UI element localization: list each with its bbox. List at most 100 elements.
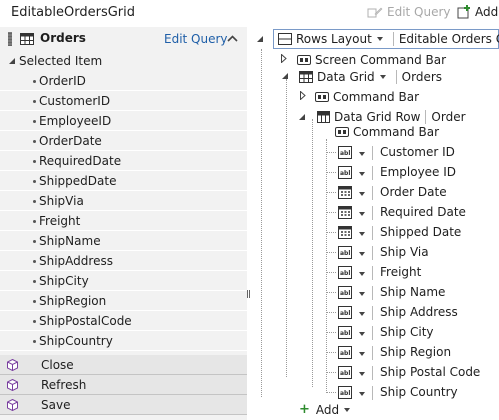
control-type-dropdown-icon[interactable] [359, 192, 365, 196]
collapse-triangle-icon[interactable] [9, 58, 16, 65]
control-type-dropdown-icon[interactable] [359, 372, 365, 376]
entity-field-item[interactable]: ShipPostalCode [0, 311, 247, 331]
screen-method-save[interactable]: Save [0, 395, 247, 415]
control-type-dropdown-icon[interactable] [359, 352, 365, 356]
entity-field-item[interactable]: OrderDate [0, 131, 247, 151]
field-node[interactable]: abl Ship Country [253, 383, 499, 403]
entity-field-item[interactable]: RequiredDate [0, 151, 247, 171]
entity-field-label: OrderID [39, 74, 86, 88]
control-type-dropdown-icon[interactable] [359, 332, 365, 336]
field-label: Shipped Date [380, 225, 462, 239]
field-node[interactable]: Shipped Date [253, 223, 499, 243]
rows-layout-label: Rows Layout [296, 32, 372, 46]
control-type-dropdown-icon[interactable] [359, 212, 365, 216]
entity-field-label: ShipRegion [39, 294, 107, 308]
field-node[interactable]: abl Ship Via [253, 243, 499, 263]
rows-layout-icon [278, 33, 292, 45]
field-label: Employee ID [380, 165, 457, 179]
field-node[interactable]: Order Date [253, 183, 499, 203]
svg-text:abl: abl [340, 290, 350, 297]
divider [372, 366, 373, 380]
field-node[interactable]: abl Ship Region [253, 343, 499, 363]
control-type-dropdown-icon[interactable] [359, 232, 365, 236]
divider [372, 206, 373, 220]
orders-collection-header: Orders Edit Query [0, 27, 247, 51]
entity-field-label: CustomerID [39, 94, 111, 108]
entity-field-item[interactable]: ShipVia [0, 191, 247, 211]
expand-triangle-icon[interactable] [281, 54, 287, 63]
bullet-icon [33, 120, 36, 123]
control-type-dropdown-icon[interactable] [359, 392, 365, 396]
edit-query-link[interactable]: Edit Query [164, 32, 228, 46]
add-data-item-button[interactable]: Add Data Item... [457, 3, 499, 21]
text-box-icon: abl [338, 306, 352, 319]
splitter-grip-icon[interactable] [247, 290, 250, 298]
field-node[interactable]: abl Freight [253, 263, 499, 283]
entity-field-item[interactable]: OrderID [0, 71, 247, 91]
entity-field-item[interactable]: ShipCity [0, 271, 247, 291]
collapse-triangle-icon[interactable] [257, 36, 264, 43]
field-node[interactable]: Required Date [253, 203, 499, 223]
field-node[interactable]: abl Customer ID [253, 143, 499, 163]
edit-query-label: Edit Query [387, 5, 451, 19]
control-type-dropdown-icon[interactable] [359, 152, 365, 156]
bullet-icon [33, 80, 36, 83]
svg-text:abl: abl [340, 270, 350, 277]
entity-field-label: ShipCity [39, 274, 89, 288]
divider [372, 306, 373, 320]
field-node[interactable]: abl Ship Postal Code [253, 363, 499, 383]
bullet-icon [33, 140, 36, 143]
selected-item-node[interactable]: Selected Item [0, 51, 247, 71]
entity-field-item[interactable]: ShipName [0, 231, 247, 251]
add-data-item-icon [457, 5, 470, 19]
entity-field-item[interactable]: Freight [0, 211, 247, 231]
chevron-up-icon[interactable] [227, 35, 238, 42]
row-command-bar-node[interactable]: Command Bar [335, 123, 439, 141]
control-type-dropdown-icon[interactable] [359, 172, 365, 176]
date-picker-icon [338, 186, 352, 199]
control-type-dropdown-icon[interactable] [359, 312, 365, 316]
screen-method-refresh[interactable]: Refresh [0, 375, 247, 395]
screen-command-bar-node[interactable]: Screen Command Bar [297, 51, 446, 69]
divider [392, 32, 394, 46]
method-cube-icon [7, 379, 18, 391]
drag-grip-icon[interactable] [8, 32, 12, 46]
entity-field-item[interactable]: EmployeeID [0, 111, 247, 131]
bullet-icon [33, 220, 36, 223]
add-dropdown-icon[interactable] [344, 407, 351, 412]
entity-field-label: OrderDate [39, 134, 102, 148]
control-type-dropdown-icon[interactable] [359, 272, 365, 276]
field-node[interactable]: abl Ship City [253, 323, 499, 343]
divider [395, 70, 397, 84]
edit-query-button[interactable]: Edit Query [367, 3, 451, 21]
screen-method-close[interactable]: Close [0, 355, 247, 375]
field-node[interactable]: abl Ship Name [253, 283, 499, 303]
layout-dropdown-icon[interactable] [376, 37, 383, 41]
grid-command-bar-node[interactable]: Command Bar [315, 88, 419, 106]
entity-field-label: ShipName [39, 234, 101, 248]
add-data-item-label: Add Data Item... [475, 5, 499, 19]
divider [372, 166, 373, 180]
entity-field-item[interactable]: ShipAddress [0, 251, 247, 271]
entity-field-label: ShipCountry [39, 334, 113, 348]
rows-layout-root[interactable]: Rows Layout Editable Orders Grid [273, 29, 499, 49]
collapse-triangle-icon[interactable] [299, 114, 306, 121]
field-node[interactable]: abl Employee ID [253, 163, 499, 183]
field-node[interactable]: abl Ship Address [253, 303, 499, 323]
control-type-dropdown-icon[interactable] [359, 292, 365, 296]
entity-field-item[interactable]: ShippedDate [0, 171, 247, 191]
collapse-triangle-icon[interactable] [282, 73, 289, 80]
svg-text:abl: abl [340, 390, 350, 397]
control-type-dropdown-icon[interactable] [359, 252, 365, 256]
entity-field-item[interactable]: ShipRegion [0, 291, 247, 311]
data-grid-icon [299, 71, 313, 83]
data-grid-node[interactable]: Data Grid Orders [299, 68, 442, 86]
entity-field-label: EmployeeID [39, 114, 112, 128]
bullet-icon [33, 100, 36, 103]
field-label: Ship Name [380, 285, 446, 299]
expand-triangle-icon[interactable] [300, 91, 306, 100]
control-type-dropdown-icon[interactable] [379, 75, 386, 79]
entity-field-item[interactable]: CustomerID [0, 91, 247, 111]
add-item-button[interactable]: + Add [299, 402, 355, 417]
entity-field-item[interactable]: ShipCountry [0, 331, 247, 351]
